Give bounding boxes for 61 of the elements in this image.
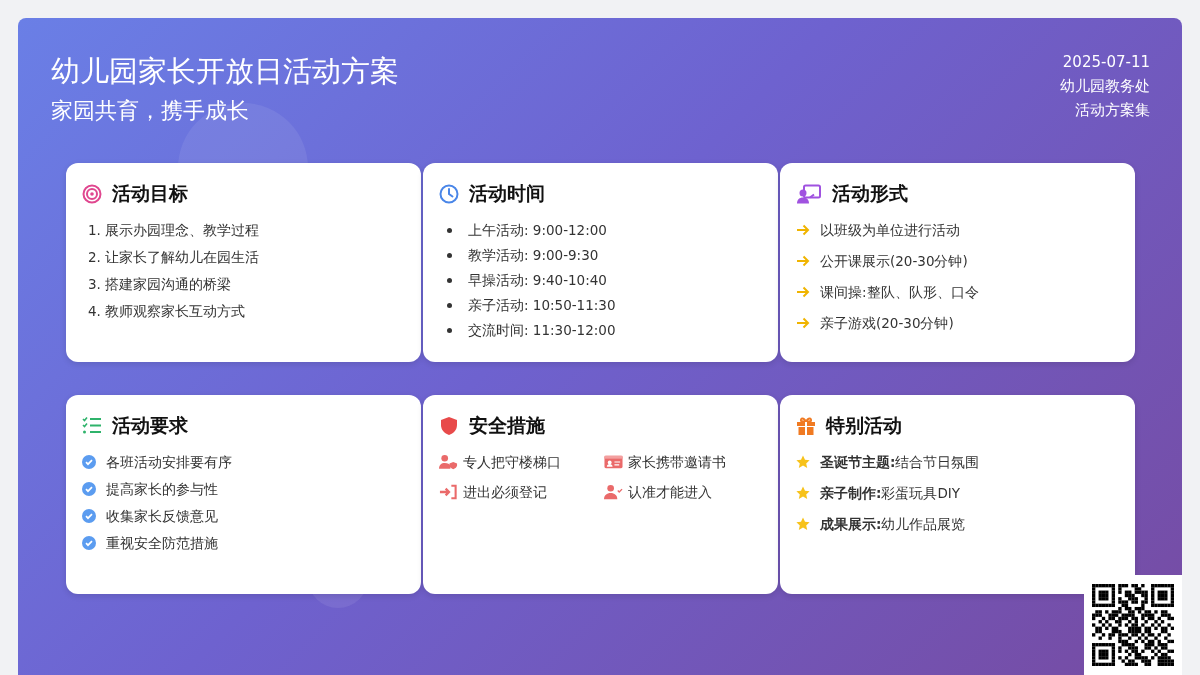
list-item: 上午活动: 9:00-12:00 (468, 221, 607, 240)
page-title: 幼儿园家长开放日活动方案 (51, 53, 399, 90)
bullet-icon (447, 227, 452, 233)
list-item: 家长携带邀请书 (628, 453, 726, 472)
clock-icon (439, 184, 459, 204)
card-title: 活动要求 (112, 413, 188, 438)
arrow-right-icon (796, 254, 810, 268)
department-text: 幼儿园教务处 (1060, 76, 1150, 97)
list-item: 重视安全防范措施 (106, 534, 218, 553)
arrow-right-icon (796, 223, 810, 237)
list-item: 圣诞节主题:结合节日氛围 (820, 453, 980, 472)
list-item: 课间操:整队、队形、口令 (820, 283, 979, 302)
list-item: 早操活动: 9:40-10:40 (468, 271, 607, 290)
check-circle-icon (82, 482, 96, 496)
list-item: 教学活动: 9:00-9:30 (468, 246, 599, 265)
list-item: 收集家长反馈意见 (106, 507, 218, 526)
list-item: 交流时间: 11:30-12:00 (468, 321, 616, 340)
arrow-right-icon (796, 316, 810, 330)
bullet-icon (447, 252, 452, 258)
list-item: 亲子活动: 10:50-11:30 (468, 296, 616, 315)
list-item: 亲子制作:彩蛋玩具DIY (820, 484, 961, 503)
bullet-icon (447, 277, 452, 283)
list-item: 3. 搭建家园沟通的桥梁 (88, 275, 232, 294)
list-item: 进出必须登记 (463, 483, 547, 502)
check-circle-icon (82, 455, 96, 469)
star-icon (796, 455, 810, 469)
list-item: 专人把守楼梯口 (463, 453, 561, 472)
card-title: 活动目标 (112, 181, 188, 206)
list-item: 成果展示:幼儿作品展览 (820, 515, 966, 534)
card-title: 活动形式 (832, 181, 908, 206)
user-shield-icon (439, 454, 458, 470)
page-subtitle: 家园共育，携手成长 (51, 97, 250, 125)
list-item: 亲子游戏(20-30分钟) (820, 314, 954, 333)
check-circle-icon (82, 509, 96, 523)
bullet-icon (447, 327, 452, 333)
presenter-icon (796, 184, 822, 204)
gift-icon (796, 416, 816, 436)
list-item: 2. 让家长了解幼儿在园生活 (88, 248, 260, 267)
checklist-icon (82, 416, 102, 436)
id-card-icon (604, 454, 623, 470)
bullet-icon (447, 302, 452, 308)
list-item: 1. 展示办园理念、教学过程 (88, 221, 260, 240)
user-check-icon (604, 484, 623, 500)
star-icon (796, 486, 810, 500)
star-icon (796, 517, 810, 531)
date-text: 2025-07-11 (1062, 52, 1150, 73)
collection-text: 活动方案集 (1075, 100, 1150, 121)
list-item: 以班级为单位进行活动 (820, 221, 960, 240)
target-icon (82, 184, 102, 204)
shield-icon (439, 416, 459, 436)
list-item: 各班活动安排要有序 (106, 453, 232, 472)
list-item: 提高家长的参与性 (106, 480, 218, 499)
list-item: 公开课展示(20-30分钟) (820, 252, 968, 271)
list-item: 4. 教师观察家长互动方式 (88, 302, 246, 321)
list-item: 认准才能进入 (628, 483, 712, 502)
card-title: 活动时间 (469, 181, 545, 206)
arrow-right-icon (796, 285, 810, 299)
card-title: 特别活动 (826, 413, 902, 438)
card-title: 安全措施 (469, 413, 545, 438)
check-circle-icon (82, 536, 96, 550)
sign-in-icon (439, 484, 458, 500)
